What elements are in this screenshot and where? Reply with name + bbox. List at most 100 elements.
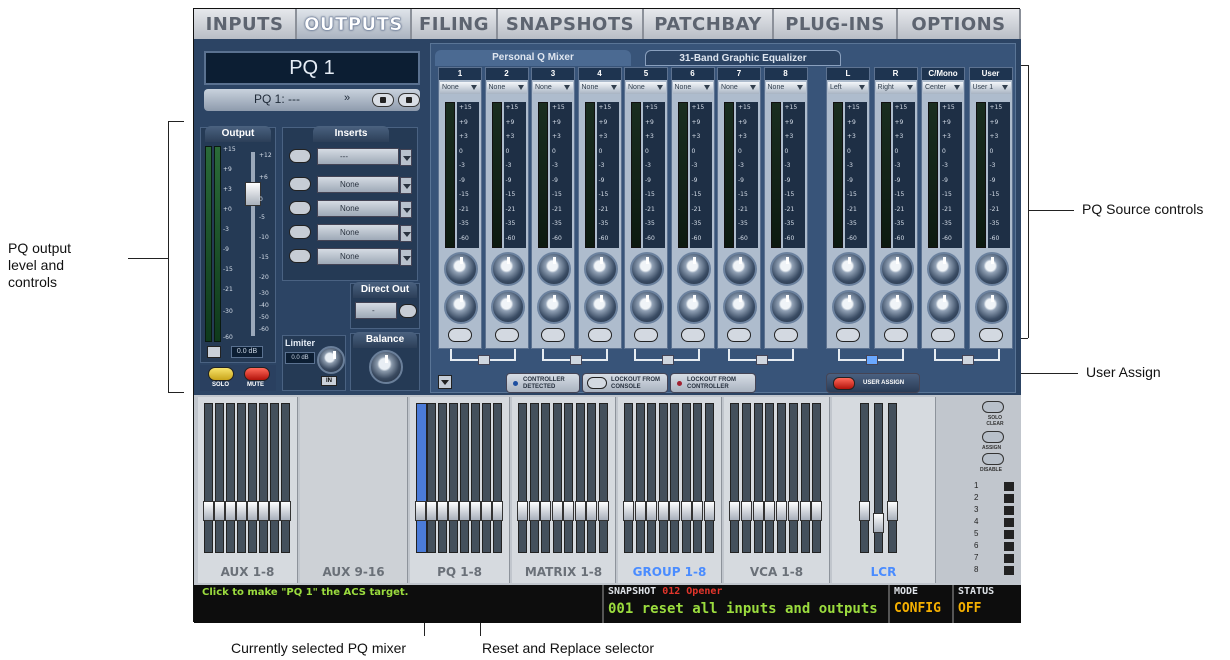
direct-out-toggle[interactable] bbox=[399, 304, 417, 318]
fader-track[interactable] bbox=[777, 403, 786, 553]
fader-bank[interactable]: VCA 1-8 bbox=[724, 397, 830, 583]
fader-cap[interactable] bbox=[247, 501, 258, 521]
fader-track[interactable] bbox=[215, 403, 224, 553]
fader-track[interactable] bbox=[237, 403, 246, 553]
channel-source-select[interactable]: None bbox=[672, 82, 713, 94]
solo-clear-button[interactable] bbox=[982, 401, 1004, 413]
pq-name-display[interactable]: PQ 1 bbox=[204, 51, 420, 85]
fader-cap[interactable] bbox=[563, 501, 574, 521]
channel-mute-toggle[interactable] bbox=[931, 328, 955, 342]
channel-level-knob[interactable] bbox=[879, 252, 914, 286]
channel-source-select[interactable]: Center bbox=[923, 82, 963, 94]
channel-level-knob[interactable] bbox=[974, 252, 1009, 286]
fader-cap[interactable] bbox=[776, 501, 787, 521]
fader-cap[interactable] bbox=[646, 501, 657, 521]
bank-number-select[interactable]: 7 bbox=[974, 553, 1014, 564]
fader-track[interactable] bbox=[482, 403, 491, 553]
fader-track[interactable] bbox=[493, 403, 502, 553]
stereo-link-button[interactable] bbox=[662, 355, 674, 365]
fader-cap[interactable] bbox=[225, 501, 236, 521]
fader-cap[interactable] bbox=[481, 501, 492, 521]
tab-inputs[interactable]: INPUTS bbox=[194, 9, 297, 39]
tab-plug-ins[interactable]: PLUG-INS bbox=[774, 9, 898, 39]
insert-4-dropdown-icon[interactable] bbox=[400, 249, 412, 266]
insert-2-field[interactable]: None bbox=[317, 200, 412, 218]
output-meter-reset-icon[interactable] bbox=[207, 346, 221, 358]
fader-cap[interactable] bbox=[448, 501, 459, 521]
channel-level-knob[interactable] bbox=[537, 252, 571, 286]
channel-level-knob[interactable] bbox=[676, 252, 711, 286]
fader-track[interactable] bbox=[471, 403, 480, 553]
fader-cap[interactable] bbox=[634, 501, 646, 521]
channel-source-select[interactable]: None bbox=[486, 82, 527, 94]
tab-outputs[interactable]: OUTPUTS bbox=[297, 9, 412, 39]
fader-track[interactable] bbox=[635, 403, 645, 553]
limiter-knob[interactable] bbox=[317, 346, 345, 374]
insert-2-dropdown-icon[interactable] bbox=[400, 201, 412, 218]
channel-mute-toggle[interactable] bbox=[773, 328, 798, 342]
user-assign-led[interactable] bbox=[833, 377, 855, 390]
tab-patchbay[interactable]: PATCHBAY bbox=[644, 9, 774, 39]
fader-cap[interactable] bbox=[787, 501, 799, 521]
fader-cap[interactable] bbox=[236, 501, 247, 521]
lockout-console-toggle[interactable]: LOCKOUT FROM CONSOLE bbox=[582, 373, 668, 393]
tab-options[interactable]: OPTIONS bbox=[898, 9, 1021, 39]
fader-cap[interactable] bbox=[764, 501, 776, 521]
channel-level-knob[interactable] bbox=[630, 252, 664, 286]
channel-level-knob[interactable] bbox=[927, 252, 961, 286]
channel-mute-toggle[interactable] bbox=[587, 328, 612, 342]
fader-cap[interactable] bbox=[703, 501, 715, 521]
output-fader-track[interactable] bbox=[251, 152, 255, 336]
bank-number-select[interactable]: 5 bbox=[974, 529, 1014, 540]
fader-track[interactable] bbox=[741, 403, 751, 553]
fader-cap[interactable] bbox=[280, 501, 291, 521]
solo-button[interactable] bbox=[208, 367, 234, 381]
fader-track[interactable] bbox=[704, 403, 714, 553]
fader-track[interactable] bbox=[860, 403, 869, 553]
insert-3-dropdown-icon[interactable] bbox=[400, 225, 412, 242]
fader-cap[interactable] bbox=[873, 513, 884, 533]
fader-bank[interactable]: PQ 1-8 bbox=[410, 397, 510, 583]
fader-cap[interactable] bbox=[887, 501, 898, 521]
disable-button[interactable] bbox=[982, 453, 1004, 465]
channel-mute-toggle[interactable] bbox=[541, 328, 565, 342]
channel-mute-toggle[interactable] bbox=[883, 328, 908, 342]
bank-number-select[interactable]: 3 bbox=[974, 505, 1014, 516]
user-assign-button[interactable]: USER ASSIGN bbox=[826, 373, 920, 393]
fader-cap[interactable] bbox=[752, 501, 764, 521]
channel-source-select[interactable]: User 1 bbox=[970, 82, 1011, 94]
channel-source-select[interactable]: None bbox=[626, 82, 666, 94]
channel-source-select[interactable]: Left bbox=[828, 82, 868, 94]
channel-mute-toggle[interactable] bbox=[836, 328, 860, 342]
fader-cap[interactable] bbox=[540, 501, 551, 521]
fader-cap[interactable] bbox=[415, 501, 426, 521]
channel-pan-knob[interactable] bbox=[927, 290, 961, 324]
insert-4-field[interactable]: None bbox=[317, 248, 412, 266]
channel-pan-knob[interactable] bbox=[879, 290, 914, 324]
fader-cap[interactable] bbox=[258, 501, 269, 521]
channel-pan-knob[interactable] bbox=[537, 290, 571, 324]
channel-level-knob[interactable] bbox=[723, 252, 757, 286]
channel-mute-toggle[interactable] bbox=[680, 328, 705, 342]
fader-cap[interactable] bbox=[203, 501, 214, 521]
channel-pan-knob[interactable] bbox=[974, 290, 1009, 324]
bank-number-select[interactable]: 4 bbox=[974, 517, 1014, 528]
stereo-link-button[interactable] bbox=[962, 355, 974, 365]
fader-cap[interactable] bbox=[214, 501, 225, 521]
fader-track[interactable] bbox=[681, 403, 691, 553]
channel-source-select[interactable]: None bbox=[579, 82, 620, 94]
fader-cap[interactable] bbox=[811, 501, 823, 521]
fader-track[interactable] bbox=[248, 403, 257, 553]
fader-track[interactable] bbox=[765, 403, 775, 553]
bank-number-select[interactable]: 1 bbox=[974, 481, 1014, 492]
fader-track[interactable] bbox=[460, 403, 469, 553]
fader-cap[interactable] bbox=[623, 501, 634, 521]
preset-recall-button[interactable] bbox=[372, 93, 394, 107]
tab-graphic-equalizer[interactable]: 31-Band Graphic Equalizer bbox=[645, 50, 841, 66]
channel-mute-toggle[interactable] bbox=[494, 328, 519, 342]
fader-cap[interactable] bbox=[269, 501, 280, 521]
fader-track[interactable] bbox=[812, 403, 822, 553]
channel-level-knob[interactable] bbox=[444, 252, 478, 286]
stereo-link-button[interactable] bbox=[570, 355, 582, 365]
fader-track[interactable] bbox=[575, 403, 585, 553]
